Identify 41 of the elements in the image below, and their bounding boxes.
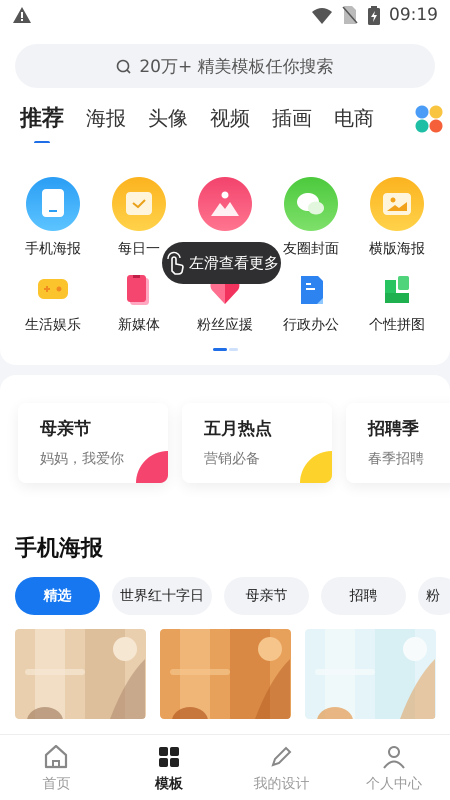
category-tab[interactable]: 海报	[86, 95, 126, 143]
mountain-icon	[197, 176, 253, 232]
category-tab[interactable]: 头像	[148, 95, 188, 143]
category-item[interactable]: 横版海报	[354, 176, 440, 258]
category-item[interactable]: 个性拼图	[354, 272, 440, 334]
picture-icon	[369, 176, 425, 232]
search-icon	[116, 58, 132, 74]
status-time: 09:19	[389, 5, 438, 25]
filter-chip[interactable]: 世界红十字日	[112, 577, 212, 615]
category-tab[interactable]: 电商	[334, 95, 374, 143]
topic-title: 母亲节	[40, 418, 92, 440]
category-item[interactable]: 手机海报	[10, 176, 96, 258]
search-field[interactable]: 20万+ 精美模板任你搜索	[15, 44, 435, 88]
toast-text: 左滑查看更多	[189, 254, 279, 272]
category-item[interactable]: 生活娱乐	[10, 272, 96, 334]
topic-card[interactable]: 五月热点 营销必备	[182, 403, 332, 483]
topic-subtitle: 春季招聘	[368, 450, 425, 468]
no-sim-icon	[341, 5, 359, 25]
category-item[interactable]: 每日一	[96, 176, 182, 258]
all-categories-icon[interactable]	[414, 104, 444, 134]
topic-title: 招聘季	[368, 418, 420, 440]
category-tab[interactable]: 视频	[210, 95, 250, 143]
warning-icon	[12, 5, 32, 25]
filter-chip[interactable]: 精选	[15, 577, 100, 615]
phone-icon	[25, 176, 81, 232]
calendar-icon	[111, 176, 167, 232]
topic-subtitle: 妈妈，我爱你	[40, 450, 125, 468]
category-item[interactable]: 行政办公	[268, 272, 354, 334]
section-title: 手机海报	[15, 535, 104, 563]
wifi-icon	[311, 6, 333, 24]
topic-title: 五月热点	[204, 418, 273, 440]
battery-icon	[367, 4, 381, 26]
topic-card[interactable]: 招聘季 春季招聘	[346, 403, 450, 483]
filter-chip[interactable]: 母亲节	[224, 577, 309, 615]
topic-card[interactable]: 母亲节 妈妈，我爱你	[18, 403, 168, 483]
chat-icon	[283, 176, 339, 232]
filter-chip[interactable]: 招聘	[321, 577, 406, 615]
category-tab[interactable]: 插画	[272, 95, 312, 143]
filter-chip[interactable]: 粉	[418, 577, 450, 615]
topic-subtitle: 营销必备	[204, 450, 261, 468]
nav-item[interactable]: 模板	[112, 735, 225, 800]
